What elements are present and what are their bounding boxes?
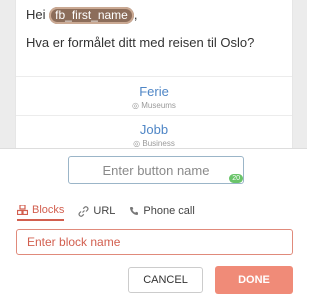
greeting-suffix: , bbox=[133, 7, 138, 22]
tab-url[interactable]: URL bbox=[78, 204, 115, 221]
quick-reply-title: Jobb bbox=[139, 122, 169, 137]
quick-reply-ferie[interactable]: Ferie ◎ Museums bbox=[16, 84, 292, 111]
quick-reply-target: ◎ Museums bbox=[132, 101, 176, 110]
tab-blocks[interactable]: Blocks bbox=[17, 204, 65, 221]
chat-card-background: Hei fb_first_name, Hva er formålet ditt … bbox=[0, 0, 307, 150]
link-icon bbox=[78, 205, 89, 217]
quick-reply-title: Ferie bbox=[139, 84, 169, 99]
quick-reply-jobb[interactable]: Jobb ◎ Business bbox=[16, 122, 292, 149]
tab-phone-call[interactable]: Phone call bbox=[129, 204, 195, 221]
tab-label: URL bbox=[93, 205, 116, 217]
cancel-button[interactable]: CANCEL bbox=[128, 267, 203, 293]
question-text: Hva er formålet ditt med reisen til Oslo… bbox=[26, 35, 255, 50]
greeting-prefix: Hei bbox=[26, 7, 46, 22]
blocks-icon bbox=[17, 205, 28, 215]
char-counter-badge: 20 bbox=[229, 174, 243, 183]
button-name-field-wrapper: 20 bbox=[68, 156, 244, 184]
phone-icon bbox=[129, 206, 139, 216]
divider bbox=[16, 76, 292, 77]
user-variable-pill[interactable]: fb_first_name bbox=[49, 7, 134, 24]
tab-label: Blocks bbox=[32, 204, 65, 216]
message-bubble: Hei fb_first_name, Hva er formålet ditt … bbox=[15, 0, 293, 150]
message-text: Hei fb_first_name, Hva er formålet ditt … bbox=[26, 6, 276, 52]
button-name-input[interactable] bbox=[68, 156, 244, 184]
tab-label: Phone call bbox=[143, 205, 195, 217]
button-editor-panel: 20 Blocks URL Phone call CANCEL DONE bbox=[0, 148, 307, 306]
done-button[interactable]: DONE bbox=[215, 266, 293, 294]
divider bbox=[16, 115, 292, 116]
block-name-input[interactable] bbox=[16, 229, 293, 255]
action-type-tabs: Blocks URL Phone call bbox=[17, 204, 195, 221]
